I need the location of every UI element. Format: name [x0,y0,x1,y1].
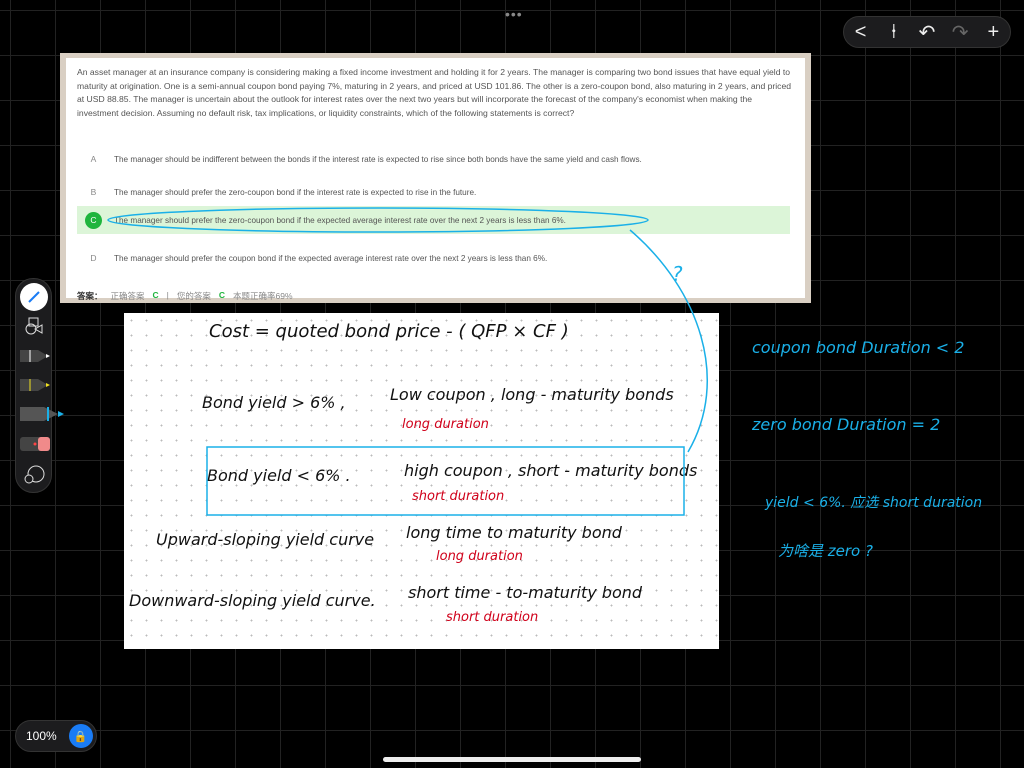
blue-annotations [107,207,708,516]
connector-curve [629,229,708,453]
highlighter-yellow-icon[interactable] [20,374,50,396]
zoom-level: 100% [26,729,57,743]
lasso-add-icon[interactable] [20,463,48,485]
side-note: yield < 6%. 应选 short duration [765,495,983,511]
question-mark: ? [672,262,683,286]
pen-toolbar [15,278,64,493]
side-note: coupon bond Duration < 2 [752,338,965,357]
pen-blue-icon[interactable] [20,403,64,425]
pen-white-icon[interactable] [20,345,50,367]
zoom-control[interactable]: 100% 🔒 [15,720,97,752]
highlight-box [206,446,685,516]
highlight-ellipse [107,207,649,233]
home-indicator[interactable] [383,757,641,762]
eraser-icon[interactable] [20,433,50,455]
lock-icon[interactable]: 🔒 [68,724,93,748]
side-note: 为啥是 zero ? [778,542,873,560]
shapes-icon[interactable] [20,315,48,337]
pencil-mode-icon[interactable] [20,283,48,311]
side-note: zero bond Duration = 2 [752,415,941,434]
